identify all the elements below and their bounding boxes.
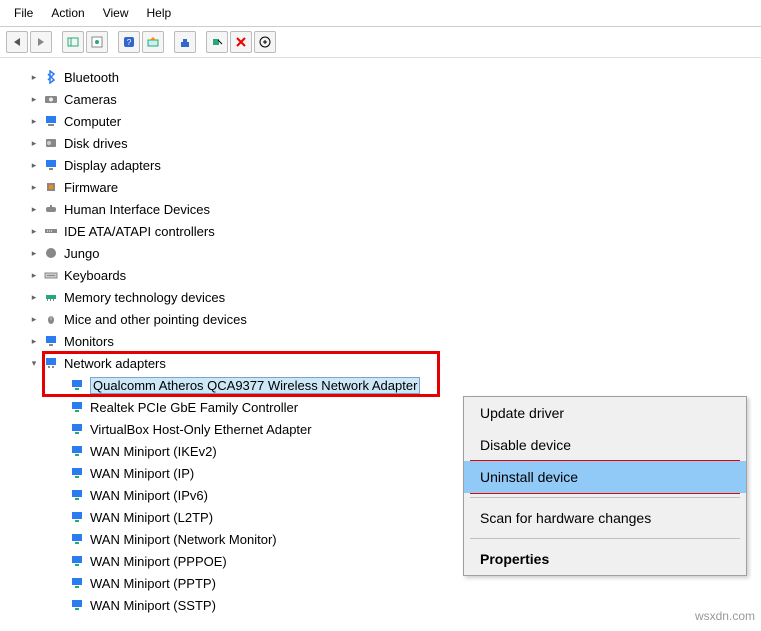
adapter-icon [68, 376, 86, 394]
ctx-scan-hardware[interactable]: Scan for hardware changes [464, 502, 746, 534]
show-hide-tree-icon[interactable] [62, 31, 84, 53]
bluetooth-icon [42, 68, 60, 86]
display-icon [42, 156, 60, 174]
adapter-icon [68, 574, 86, 592]
ctx-separator [470, 538, 740, 539]
tree-item[interactable]: ▸Bluetooth [0, 66, 757, 88]
uninstall-icon[interactable] [230, 31, 252, 53]
ctx-properties[interactable]: Properties [464, 543, 746, 575]
disk-icon [42, 134, 60, 152]
disable-icon[interactable] [206, 31, 228, 53]
tree-item[interactable]: ▸IDE ATA/ATAPI controllers [0, 220, 757, 242]
tree-item[interactable]: ▸Jungo [0, 242, 757, 264]
tree-item-network-adapters[interactable]: ▾Network adapters [0, 352, 757, 374]
tree-item[interactable]: ▸Monitors [0, 330, 757, 352]
menubar: File Action View Help [0, 0, 761, 27]
menu-action[interactable]: Action [43, 4, 92, 22]
menu-help[interactable]: Help [139, 4, 180, 22]
tree-item[interactable]: ▸Mice and other pointing devices [0, 308, 757, 330]
keyboard-icon [42, 266, 60, 284]
firmware-icon [42, 178, 60, 196]
context-menu: Update driver Disable device Uninstall d… [463, 396, 747, 576]
memory-icon [42, 288, 60, 306]
watermark: wsxdn.com [695, 609, 755, 623]
menu-view[interactable]: View [95, 4, 137, 22]
camera-icon [42, 90, 60, 108]
toolbar: ? [0, 27, 761, 58]
adapter-icon [68, 596, 86, 614]
monitor-icon [42, 332, 60, 350]
menu-file[interactable]: File [6, 4, 41, 22]
network-icon [42, 354, 60, 372]
ctx-update-driver[interactable]: Update driver [464, 397, 746, 429]
adapter-icon [68, 398, 86, 416]
adapter-icon [68, 420, 86, 438]
computer-icon [42, 112, 60, 130]
properties-icon[interactable] [86, 31, 108, 53]
adapter-icon [68, 552, 86, 570]
adapter-icon [68, 464, 86, 482]
adapter-icon [68, 508, 86, 526]
tree-item-qualcomm[interactable]: Qualcomm Atheros QCA9377 Wireless Networ… [0, 374, 757, 396]
update-driver-icon[interactable] [174, 31, 196, 53]
tree-item[interactable]: WAN Miniport (SSTP) [0, 594, 757, 616]
tree-item[interactable]: ▸Memory technology devices [0, 286, 757, 308]
mouse-icon [42, 310, 60, 328]
tree-item[interactable]: ▸Cameras [0, 88, 757, 110]
tree-item[interactable]: ▸Keyboards [0, 264, 757, 286]
svg-text:?: ? [127, 38, 132, 47]
ctx-disable-device[interactable]: Disable device [464, 429, 746, 461]
ide-icon [42, 222, 60, 240]
tree-item[interactable]: ▸Human Interface Devices [0, 198, 757, 220]
hid-icon [42, 200, 60, 218]
scan-hardware-icon[interactable] [142, 31, 164, 53]
tree-item[interactable]: ▸Computer [0, 110, 757, 132]
back-icon[interactable] [6, 31, 28, 53]
adapter-icon [68, 530, 86, 548]
tree-item[interactable]: ▸Firmware [0, 176, 757, 198]
tree-item[interactable]: ▸Display adapters [0, 154, 757, 176]
enable-icon[interactable] [254, 31, 276, 53]
adapter-icon [68, 486, 86, 504]
ctx-separator [470, 497, 740, 498]
tree-item[interactable]: ▸Disk drives [0, 132, 757, 154]
ctx-uninstall-device[interactable]: Uninstall device [464, 461, 746, 493]
adapter-icon [68, 442, 86, 460]
jungo-icon [42, 244, 60, 262]
forward-icon[interactable] [30, 31, 52, 53]
help-icon[interactable]: ? [118, 31, 140, 53]
